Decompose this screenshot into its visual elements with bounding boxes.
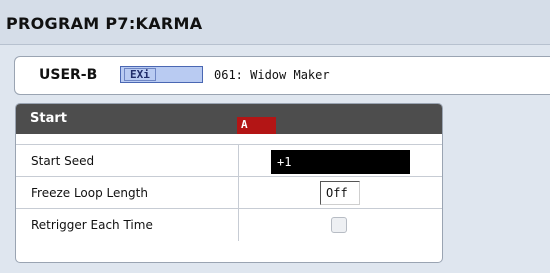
engine-badge: EXi — [120, 66, 203, 83]
freeze-loop-length-label: Freeze Loop Length — [31, 186, 148, 200]
engine-badge-label: EXi — [124, 68, 156, 81]
freeze-loop-length-value: Off — [326, 186, 348, 200]
column-divider — [238, 145, 239, 177]
program-select[interactable]: USER-B EXi 061: Widow Maker — [14, 56, 550, 95]
start-seed-row: Start Seed +1 — [16, 144, 442, 177]
column-divider — [238, 209, 239, 241]
panel-header: Start A — [16, 104, 442, 134]
start-seed-field[interactable]: +1 — [271, 150, 410, 174]
column-divider — [238, 177, 239, 209]
bank-label: USER-B — [39, 67, 98, 83]
freeze-loop-length-row: Freeze Loop Length Off — [16, 176, 442, 209]
retrigger-each-time-label: Retrigger Each Time — [31, 218, 153, 232]
module-a-label: A — [241, 118, 248, 131]
program-name[interactable]: 061: Widow Maker — [214, 68, 330, 82]
start-seed-label: Start Seed — [31, 154, 95, 168]
start-seed-value: +1 — [277, 155, 292, 169]
module-a-marker: A — [237, 117, 276, 134]
freeze-loop-length-field[interactable]: Off — [320, 181, 360, 205]
retrigger-each-time-row: Retrigger Each Time — [16, 208, 442, 241]
title-bar: PROGRAM P7:KARMA — [0, 0, 550, 45]
start-panel: Start A Start Seed +1 Freeze Loop Length… — [15, 103, 443, 263]
panel-title: Start — [30, 111, 67, 126]
page-title: PROGRAM P7:KARMA — [6, 14, 203, 33]
retrigger-each-time-checkbox[interactable] — [331, 217, 347, 233]
